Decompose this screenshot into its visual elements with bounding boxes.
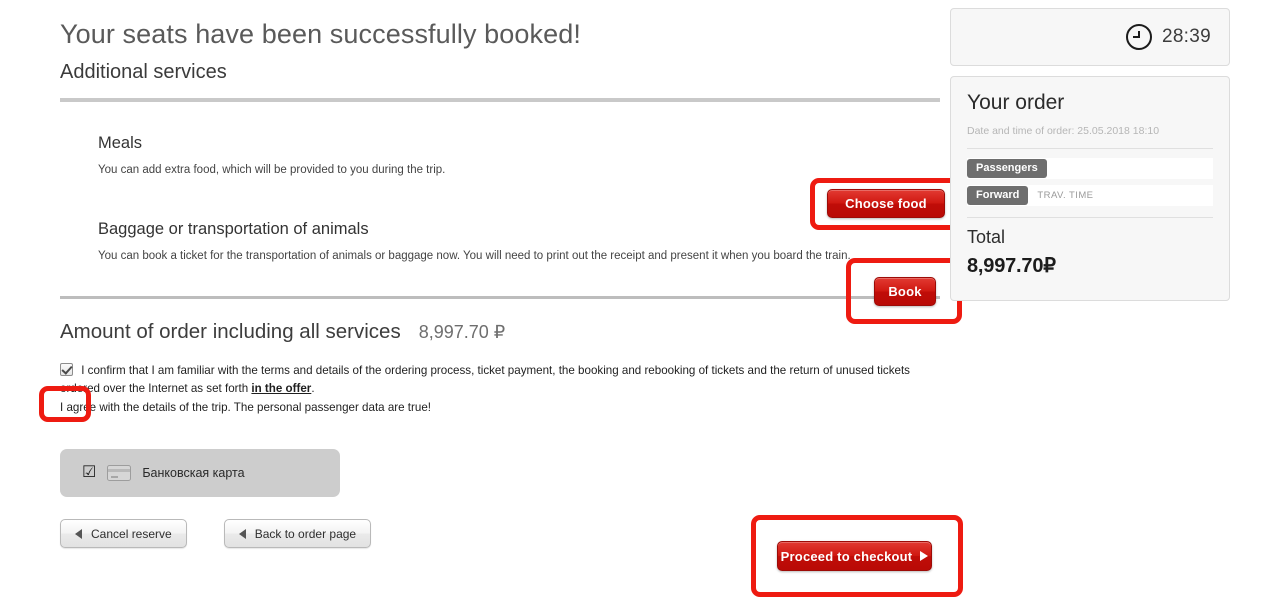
payment-method-label: Банковская карта xyxy=(142,466,245,481)
order-total-value: 8,997.70₽ xyxy=(967,255,1056,277)
consent-text-part1: I confirm that I am familiar with the te… xyxy=(60,364,910,395)
consent-line-2: I agree with the details of the trip. Th… xyxy=(60,400,432,414)
session-timer-value: 28:39 xyxy=(1161,26,1211,47)
section-divider-top xyxy=(60,98,940,103)
book-baggage-button[interactable]: Book xyxy=(874,277,936,306)
service-baggage-description: You can book a ticket for the transporta… xyxy=(98,250,851,263)
cancel-reserve-label: Cancel reserve xyxy=(91,526,172,541)
main-content: Your seats have been successfully booked… xyxy=(60,0,940,549)
order-row-forward[interactable]: Forward TRAV. TIME xyxy=(967,185,1213,206)
arrow-right-icon xyxy=(920,551,929,561)
your-order-title: Your order xyxy=(967,91,1065,114)
order-amount-row: Amount of order including all services 8… xyxy=(60,320,940,344)
proceed-to-checkout-label: Proceed to checkout xyxy=(780,548,913,564)
forward-tag: Forward xyxy=(967,185,1029,206)
travel-time-value: TRAV. TIME xyxy=(1037,190,1094,201)
offer-link[interactable]: in the offer xyxy=(251,382,311,395)
order-datetime: Date and time of order: 25.05.2018 18:10 xyxy=(967,125,1160,137)
page-title: Your seats have been successfully booked… xyxy=(60,19,581,49)
consent-line-1: I confirm that I am familiar with the te… xyxy=(60,362,940,397)
section-divider-bottom xyxy=(60,296,940,300)
order-divider-top xyxy=(967,148,1213,149)
order-amount-value: 8,997.70 ₽ xyxy=(418,322,506,343)
consent-text-part2: . xyxy=(311,382,315,395)
service-meals-title: Meals xyxy=(98,134,143,153)
order-divider-bottom xyxy=(967,217,1213,218)
arrow-left-icon xyxy=(75,528,82,539)
payment-method-bank-card[interactable]: ☑ Банковская карта xyxy=(60,449,340,498)
consent-block: I confirm that I am familiar with the te… xyxy=(60,362,940,416)
service-meals: Meals You can add extra food, which will… xyxy=(60,134,940,176)
clock-icon xyxy=(1125,24,1152,50)
choose-food-label: Choose food xyxy=(845,196,927,211)
credit-card-icon xyxy=(107,465,132,482)
service-baggage: Baggage or transportation of animals You… xyxy=(60,220,940,262)
service-baggage-title: Baggage or transportation of animals xyxy=(98,220,369,239)
choose-food-button[interactable]: Choose food xyxy=(827,189,945,218)
order-amount-label: Amount of order including all services xyxy=(60,320,401,344)
service-meals-description: You can add extra food, which will be pr… xyxy=(98,164,446,177)
terms-checkbox[interactable] xyxy=(60,363,73,377)
back-to-order-page-button[interactable]: Back to order page xyxy=(223,519,372,549)
order-total-label: Total xyxy=(967,227,1006,247)
proceed-to-checkout-button[interactable]: Proceed to checkout xyxy=(777,541,932,571)
arrow-left-icon xyxy=(238,528,246,539)
cancel-reserve-button[interactable]: Cancel reserve xyxy=(60,519,187,549)
passengers-tag: Passengers xyxy=(967,158,1047,179)
session-timer-panel: 28:39 xyxy=(950,8,1230,66)
order-sidebar: 28:39 Your order Date and time of order:… xyxy=(950,8,1230,301)
your-order-panel: Your order Date and time of order: 25.05… xyxy=(950,76,1230,301)
section-title: Additional services xyxy=(60,61,227,84)
back-to-order-page-label: Back to order page xyxy=(254,526,357,541)
check-icon: ☑ xyxy=(82,464,97,482)
book-label: Book xyxy=(888,284,922,299)
booking-page: Your seats have been successfully booked… xyxy=(0,0,1280,605)
order-row-passengers[interactable]: Passengers xyxy=(967,158,1213,179)
